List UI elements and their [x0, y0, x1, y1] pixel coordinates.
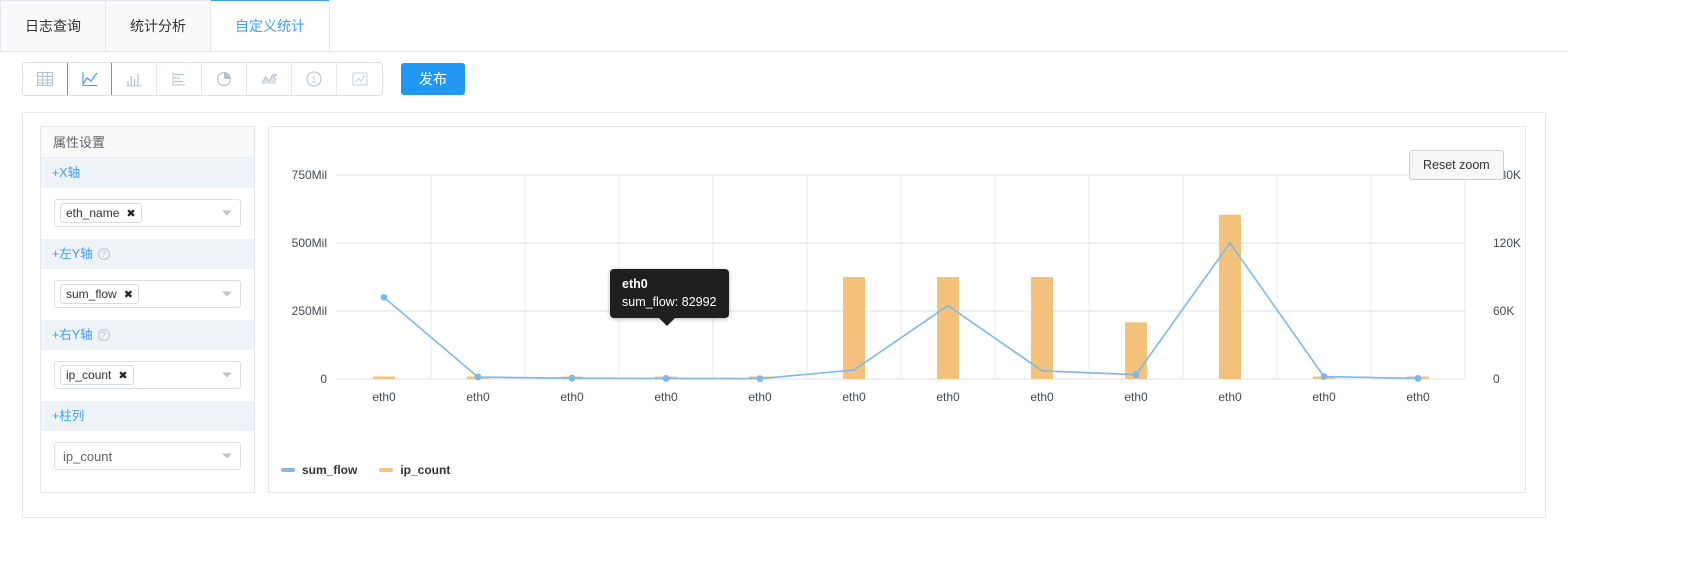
- left-y-axis-field-wrap: sum_flow ✖: [41, 269, 254, 320]
- left-y-axis-tag[interactable]: sum_flow ✖: [60, 284, 139, 304]
- sidebar-section-left-y-axis[interactable]: +左Y轴 ?: [41, 239, 254, 269]
- chevron-down-icon[interactable]: [222, 291, 232, 297]
- remove-icon[interactable]: ✖: [126, 207, 135, 220]
- sidebar-section-label: +右Y轴: [52, 328, 93, 342]
- reset-zoom-button[interactable]: Reset zoom: [1409, 150, 1504, 180]
- x-axis-tick: eth0: [936, 390, 960, 404]
- chart-point[interactable]: [380, 294, 388, 301]
- x-axis-tick: eth0: [1406, 390, 1430, 404]
- chart-legend: sum_flow ip_count: [281, 463, 450, 477]
- sidebar-section-label: +柱列: [52, 409, 85, 423]
- chevron-down-icon[interactable]: [222, 453, 232, 459]
- right-y-axis-tag-label: ip_count: [66, 368, 112, 382]
- help-icon[interactable]: ?: [97, 329, 110, 341]
- chart-point[interactable]: [1414, 375, 1422, 382]
- chart-point[interactable]: [756, 375, 764, 382]
- chart-type-group: 1: [22, 62, 383, 96]
- area-chart-icon[interactable]: [247, 63, 292, 95]
- left-axis-tick: 750Mil: [292, 168, 327, 182]
- table-icon[interactable]: [23, 63, 68, 95]
- tooltip-value: sum_flow: 82992: [622, 295, 717, 309]
- chart-point[interactable]: [568, 374, 576, 382]
- right-axis-tick: 0: [1493, 372, 1500, 386]
- tab-custom-statistics[interactable]: 自定义统计: [210, 0, 330, 51]
- combo-chart[interactable]: 0 0250Mil 60K500Mil 120K750Mil 180Keth0 eth0 e…: [269, 127, 1527, 494]
- sidebar-section-label: +X轴: [52, 166, 81, 180]
- x-axis-tick: eth0: [842, 390, 866, 404]
- sidebar-section-label: +左Y轴: [52, 247, 93, 261]
- x-axis-tick: eth0: [1030, 390, 1054, 404]
- bar-chart-icon[interactable]: [157, 63, 202, 95]
- x-axis-tick: eth0: [372, 390, 396, 404]
- legend-item-sum-flow[interactable]: sum_flow: [281, 463, 357, 477]
- left-axis-tick: 500Mil: [292, 236, 327, 250]
- left-y-axis-select[interactable]: sum_flow ✖: [54, 280, 241, 308]
- x-axis-tick: eth0: [1124, 390, 1148, 404]
- tab-log-query[interactable]: 日志查询: [0, 0, 106, 51]
- x-axis-tick: eth0: [1218, 390, 1242, 404]
- single-value-icon[interactable]: 1: [292, 63, 337, 95]
- left-axis-tick: 0: [320, 372, 327, 386]
- x-axis-tick: eth0: [560, 390, 584, 404]
- left-axis-tick: 250Mil: [292, 304, 327, 318]
- sidebar-title: 属性设置: [41, 127, 254, 158]
- x-axis-tick: eth0: [654, 390, 678, 404]
- chart-bar[interactable]: [1125, 322, 1147, 379]
- column-chart-icon[interactable]: [112, 63, 157, 95]
- right-y-axis-field-wrap: ip_count ✖: [41, 350, 254, 401]
- x-axis-field-wrap: eth_name ✖: [41, 188, 254, 239]
- help-icon[interactable]: ?: [97, 248, 110, 260]
- chevron-down-icon[interactable]: [222, 210, 232, 216]
- column-select[interactable]: ip_count: [54, 442, 241, 470]
- sidebar-section-x-axis[interactable]: +X轴: [41, 158, 254, 188]
- pie-chart-icon[interactable]: [202, 63, 247, 95]
- legend-label-sum-flow: sum_flow: [302, 463, 358, 477]
- legend-swatch-ip-count: [379, 468, 394, 472]
- right-y-axis-tag[interactable]: ip_count ✖: [60, 365, 134, 385]
- chart-bar[interactable]: [843, 277, 865, 379]
- tooltip-title: eth0: [622, 277, 648, 291]
- legend-swatch-sum-flow: [281, 468, 295, 472]
- chart-bar[interactable]: [1219, 214, 1241, 379]
- chart-point[interactable]: [1320, 373, 1328, 380]
- right-axis-tick: 60K: [1493, 304, 1514, 318]
- chart-bar[interactable]: [373, 376, 395, 380]
- x-axis-tick: eth0: [748, 390, 772, 404]
- property-settings-sidebar: 属性设置 +X轴 eth_name ✖ +左Y轴 ? sum_flow ✖ +右…: [40, 126, 255, 493]
- publish-button[interactable]: 发布: [401, 63, 465, 95]
- x-axis-tick: eth0: [1312, 390, 1336, 404]
- column-select-value: ip_count: [63, 448, 113, 464]
- line-chart-icon[interactable]: [67, 63, 112, 95]
- tab-bar: 日志查询 统计分析 自定义统计: [0, 0, 1568, 52]
- sidebar-section-right-y-axis[interactable]: +右Y轴 ?: [41, 320, 254, 350]
- chart-card: 0 0 250Mil 60K 500Mil 120K 750Mil 180K eth0 eth0 e…: [268, 126, 1526, 493]
- chart-type-toolbar: 1 发布: [22, 62, 465, 96]
- map-chart-icon[interactable]: [337, 63, 382, 95]
- chart-tooltip: eth0 sum_flow: 82992: [610, 269, 729, 326]
- x-axis-tick: eth0: [466, 390, 490, 404]
- x-axis-select[interactable]: eth_name ✖: [54, 199, 241, 227]
- main-panel: 属性设置 +X轴 eth_name ✖ +左Y轴 ? sum_flow ✖ +右…: [22, 112, 1546, 518]
- sidebar-section-column[interactable]: +柱列: [41, 401, 254, 431]
- remove-icon[interactable]: ✖: [124, 288, 133, 301]
- x-axis-tag-label: eth_name: [66, 206, 120, 220]
- chart-point[interactable]: [662, 375, 670, 382]
- chart-bar[interactable]: [1031, 277, 1053, 379]
- column-field-wrap: ip_count: [41, 431, 254, 482]
- chart-point[interactable]: [474, 373, 482, 381]
- right-y-axis-select[interactable]: ip_count ✖: [54, 361, 241, 389]
- chart-bar[interactable]: [937, 277, 959, 379]
- chart-point[interactable]: [1132, 371, 1140, 379]
- remove-icon[interactable]: ✖: [118, 369, 127, 382]
- right-axis-tick: 120K: [1493, 236, 1521, 250]
- left-y-axis-tag-label: sum_flow: [66, 287, 117, 301]
- legend-label-ip-count: ip_count: [400, 463, 451, 477]
- legend-item-ip-count[interactable]: ip_count: [379, 463, 450, 477]
- chevron-down-icon[interactable]: [222, 372, 232, 378]
- svg-text:1: 1: [312, 75, 317, 85]
- x-axis-tag[interactable]: eth_name ✖: [60, 203, 142, 223]
- tab-statistics-analysis[interactable]: 统计分析: [105, 0, 211, 51]
